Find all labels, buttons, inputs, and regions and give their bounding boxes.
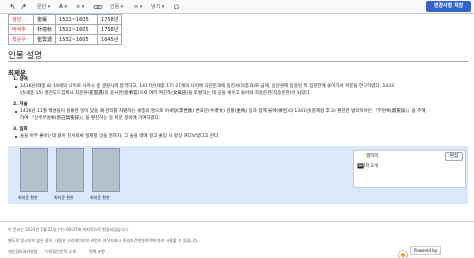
item-text: 1436년(태종 8) 19세의 나이로 사마시 중 생원시에 합격하고, 14… [20, 84, 394, 89]
table-cell: 1522~1605 [55, 14, 99, 25]
footer-divider [0, 221, 474, 222]
style-menu[interactable]: A ▾ [59, 0, 67, 14]
bullet [15, 86, 17, 88]
chevron-down-icon: ▾ [120, 4, 124, 10]
item-text: 하여 『신주무원록(新註無寃錄)』을 편찬하는 등 학문 정비에 기여하였다. [20, 116, 161, 121]
item-text: 술을 아주 좋아는데 왕이 친서로써 절제할 것을 권하자, 그 술을 벽에 걸… [20, 134, 220, 139]
cite-menu[interactable]: 인용 ▾ [110, 0, 123, 14]
table-cell: 1758년 [97, 14, 123, 25]
list-menu[interactable]: ≡ ▾ [76, 0, 84, 14]
powered-by-badge[interactable]: Powered by [410, 246, 442, 255]
table-cell: 1522~1605 [55, 24, 99, 35]
table-row: 박억추 朴億秋 1522~1605 1758년 [8, 24, 123, 35]
link-icon[interactable] [93, 0, 103, 14]
chevron-down-icon: ▾ [81, 4, 85, 10]
item-heading: 1. 생애 [13, 77, 28, 82]
bullet [15, 111, 17, 113]
figures-table: 검암 金儼 1522~1605 1758년 박억추 朴億秋 1522~1605 … [8, 14, 123, 45]
chevron-down-icon: ▾ [161, 4, 165, 10]
table-cell: 朴億秋 [32, 24, 57, 35]
insert-menu[interactable]: 넣기 ▾ [151, 0, 164, 14]
table-cell[interactable]: 검암 [8, 14, 34, 25]
table-row: 최운우 崔雲遇 1532~1605 1645년 [8, 34, 123, 45]
bullet [15, 136, 17, 138]
footer-link-privacy[interactable]: 개인정보처리방침 [8, 249, 37, 255]
omega-icon[interactable]: Ω [174, 0, 179, 14]
editor-toolbar [0, 0, 474, 14]
table-cell[interactable]: 박억추 [8, 24, 34, 35]
item-heading: 3. 일화 [13, 127, 28, 132]
gallery-caption: 최지운 편찬 [90, 195, 110, 200]
chevron-down-icon: ▾ [64, 4, 68, 10]
cite-label: 인용 [110, 4, 120, 10]
item-text: 년(세종 15) 명진도드집제사 최운위(崔雲遇)의 종사관(從事官)으로 여러… [20, 91, 311, 96]
footer-link-disclaimer[interactable]: 면책 조항 [89, 249, 105, 255]
table-menu[interactable]: ≡ ▾ [134, 0, 142, 14]
gallery-image[interactable] [92, 148, 120, 192]
chevron-down-icon: ▾ [139, 4, 143, 10]
table-row: 검암 金儼 1522~1605 1758년 [8, 14, 123, 25]
mediawiki-logo[interactable] [398, 245, 408, 258]
publish-button[interactable]: 변경사항 저장 [426, 1, 471, 12]
gallery-caption: 최지운 편찬 [18, 195, 38, 200]
paragraph-label: 문단 [37, 4, 47, 10]
footer-link-about[interactable]: 디지털인문학 소개 [45, 249, 76, 255]
gallery-caption: 최지운 편찬 [54, 195, 74, 200]
table-cell: 1758년 [97, 24, 123, 35]
gallery-image[interactable] [56, 148, 84, 192]
table-cell: 崔雲遇 [32, 34, 57, 45]
license-notice: 별도로 명시하지 않은 경우, 내용은 크리에이티브 커먼즈 저작자표시-동일조… [8, 238, 199, 243]
undo-icon[interactable] [8, 0, 16, 14]
table-cell: 1645년 [97, 34, 123, 45]
table-cell[interactable]: 최운우 [8, 34, 34, 45]
gallery-card-title: 갤러리 [366, 154, 379, 159]
chevron-down-icon: ▾ [47, 4, 51, 10]
section-heading: 인물 설명 [8, 51, 42, 61]
last-edited: 이 문서는 2023년 1월 21일 (수) 09:07에 마지막으로 편집되었… [8, 227, 130, 232]
insert-label: 넣기 [151, 4, 161, 10]
table-cell: 1532~1605 [55, 34, 99, 45]
item-heading: 2. 저술 [13, 102, 28, 107]
redo-icon[interactable] [20, 0, 28, 14]
gallery-image[interactable] [20, 148, 48, 192]
item-text: 1436년 11월 백성들이 원통한 일이 있을 때 관리를 처벌하는 세종의 … [20, 109, 426, 114]
paragraph-menu[interactable]: 문단 ▾ [37, 0, 50, 14]
gallery-card-count: 이미지 2개 [357, 164, 378, 169]
heading-divider [8, 61, 468, 62]
table-cell: 金儼 [32, 14, 57, 25]
edit-button[interactable]: 편집 [445, 152, 463, 161]
